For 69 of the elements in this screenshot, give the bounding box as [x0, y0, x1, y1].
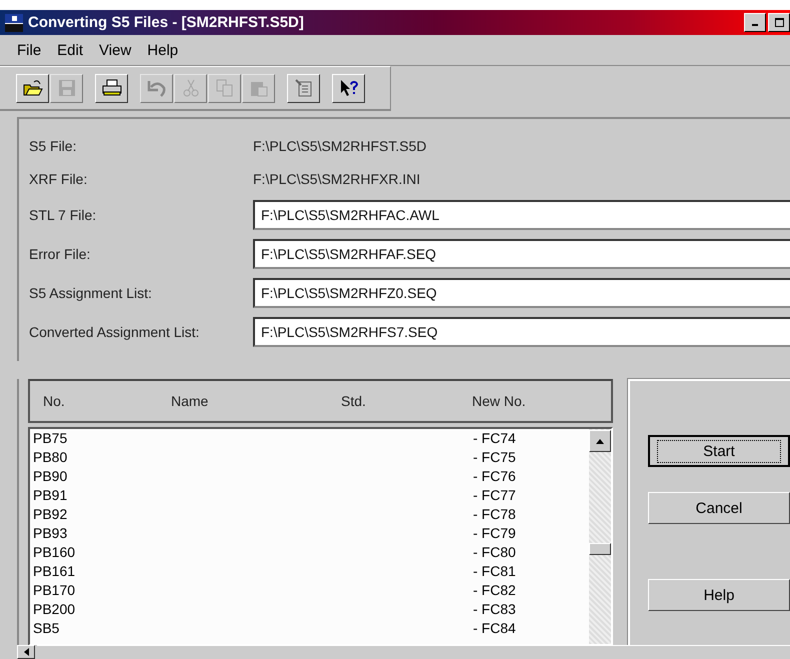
column-header: New No.	[472, 393, 526, 409]
menu-item[interactable]: File	[17, 42, 42, 58]
scroll-left-button[interactable]	[17, 645, 35, 659]
open-button[interactable]	[16, 74, 49, 102]
scroll-thumb[interactable]	[589, 543, 611, 555]
file-path: F:\PLC\S5\SM2RHFXR.INI	[253, 170, 420, 186]
table-cell: - FC84	[473, 619, 516, 638]
table-cell: - FC79	[473, 524, 516, 543]
undo-icon	[146, 79, 166, 97]
table-cell-text: PB170	[33, 581, 76, 600]
table-cell-text: SB5	[33, 619, 60, 638]
table-cell: - FC74	[473, 429, 516, 448]
help-pointer-button[interactable]	[332, 74, 365, 102]
table-cell-text: PB80	[33, 448, 68, 467]
maximize-button[interactable]	[768, 13, 790, 32]
table-cell-text: PB93	[33, 524, 68, 543]
table-cell: - FC75	[473, 448, 516, 467]
column-header: Std.	[341, 393, 367, 409]
table-cell: - FC81	[473, 562, 516, 581]
scissors-icon	[180, 79, 200, 97]
path-field[interactable]: F:\PLC\S5\SM2RHFS7.SEQ	[253, 316, 790, 346]
field-label: Converted Assignment List:	[29, 324, 200, 340]
app-icon	[4, 12, 24, 32]
pointer-question-icon	[338, 79, 358, 97]
document-icon	[294, 79, 314, 97]
table-cell: - FC78	[473, 505, 516, 524]
table-cell-text: PB200	[33, 600, 76, 619]
table-cell-text: PB91	[33, 486, 68, 505]
table-cell: - FC80	[473, 543, 516, 562]
properties-button[interactable]	[287, 74, 320, 102]
printer-icon	[102, 79, 122, 97]
minimize-button[interactable]	[744, 13, 766, 32]
column-header: Name	[171, 393, 210, 409]
menu-item[interactable]: Help	[147, 42, 178, 58]
field-label: XRF File:	[29, 170, 88, 186]
table-cell: - FC82	[473, 581, 516, 600]
table-cell-text: PB92	[33, 505, 68, 524]
vertical-scrollbar[interactable]	[589, 429, 611, 644]
table-cell-text: PB75	[33, 429, 68, 448]
path-field[interactable]: F:\PLC\S5\SM2RHFAC.AWL	[253, 200, 790, 230]
field-label: Error File:	[29, 246, 92, 262]
left-arrow-icon	[24, 648, 28, 656]
horizontal-scrollbar[interactable]	[17, 645, 790, 659]
column-header: No.	[43, 393, 66, 409]
dialog-button[interactable]: Start	[648, 435, 790, 467]
dialog-button[interactable]: Help	[648, 579, 790, 611]
dialog-button[interactable]: Cancel	[648, 492, 790, 524]
table-cell-text: PB90	[33, 467, 68, 486]
table-cell-text: PB160	[33, 543, 76, 562]
maximize-icon	[774, 18, 784, 27]
table-cell: - FC83	[473, 600, 516, 619]
print-button[interactable]	[95, 74, 128, 102]
menu-item[interactable]: Edit	[57, 42, 84, 58]
field-label: STL 7 File:	[29, 206, 98, 222]
path-field[interactable]: F:\PLC\S5\SM2RHFAF.SEQ	[253, 238, 790, 268]
table-cell-text: PB161	[33, 562, 76, 581]
table-cell: - FC76	[473, 467, 516, 486]
menu-item[interactable]: View	[99, 42, 132, 58]
copy-icon	[214, 79, 234, 97]
field-label: S5 Assignment List:	[29, 284, 153, 300]
window-title: Converting S5 Files - [SM2RHFST.S5D]	[28, 14, 304, 31]
up-arrow-icon	[596, 438, 604, 444]
scroll-up-button[interactable]	[589, 430, 611, 452]
folder-icon	[22, 79, 42, 97]
field-label: S5 File:	[29, 138, 78, 154]
paste-icon	[248, 79, 268, 97]
table-cell: - FC77	[473, 486, 516, 505]
file-path: F:\PLC\S5\SM2RHFST.S5D	[253, 138, 426, 154]
path-field[interactable]: F:\PLC\S5\SM2RHFZ0.SEQ	[253, 278, 790, 308]
